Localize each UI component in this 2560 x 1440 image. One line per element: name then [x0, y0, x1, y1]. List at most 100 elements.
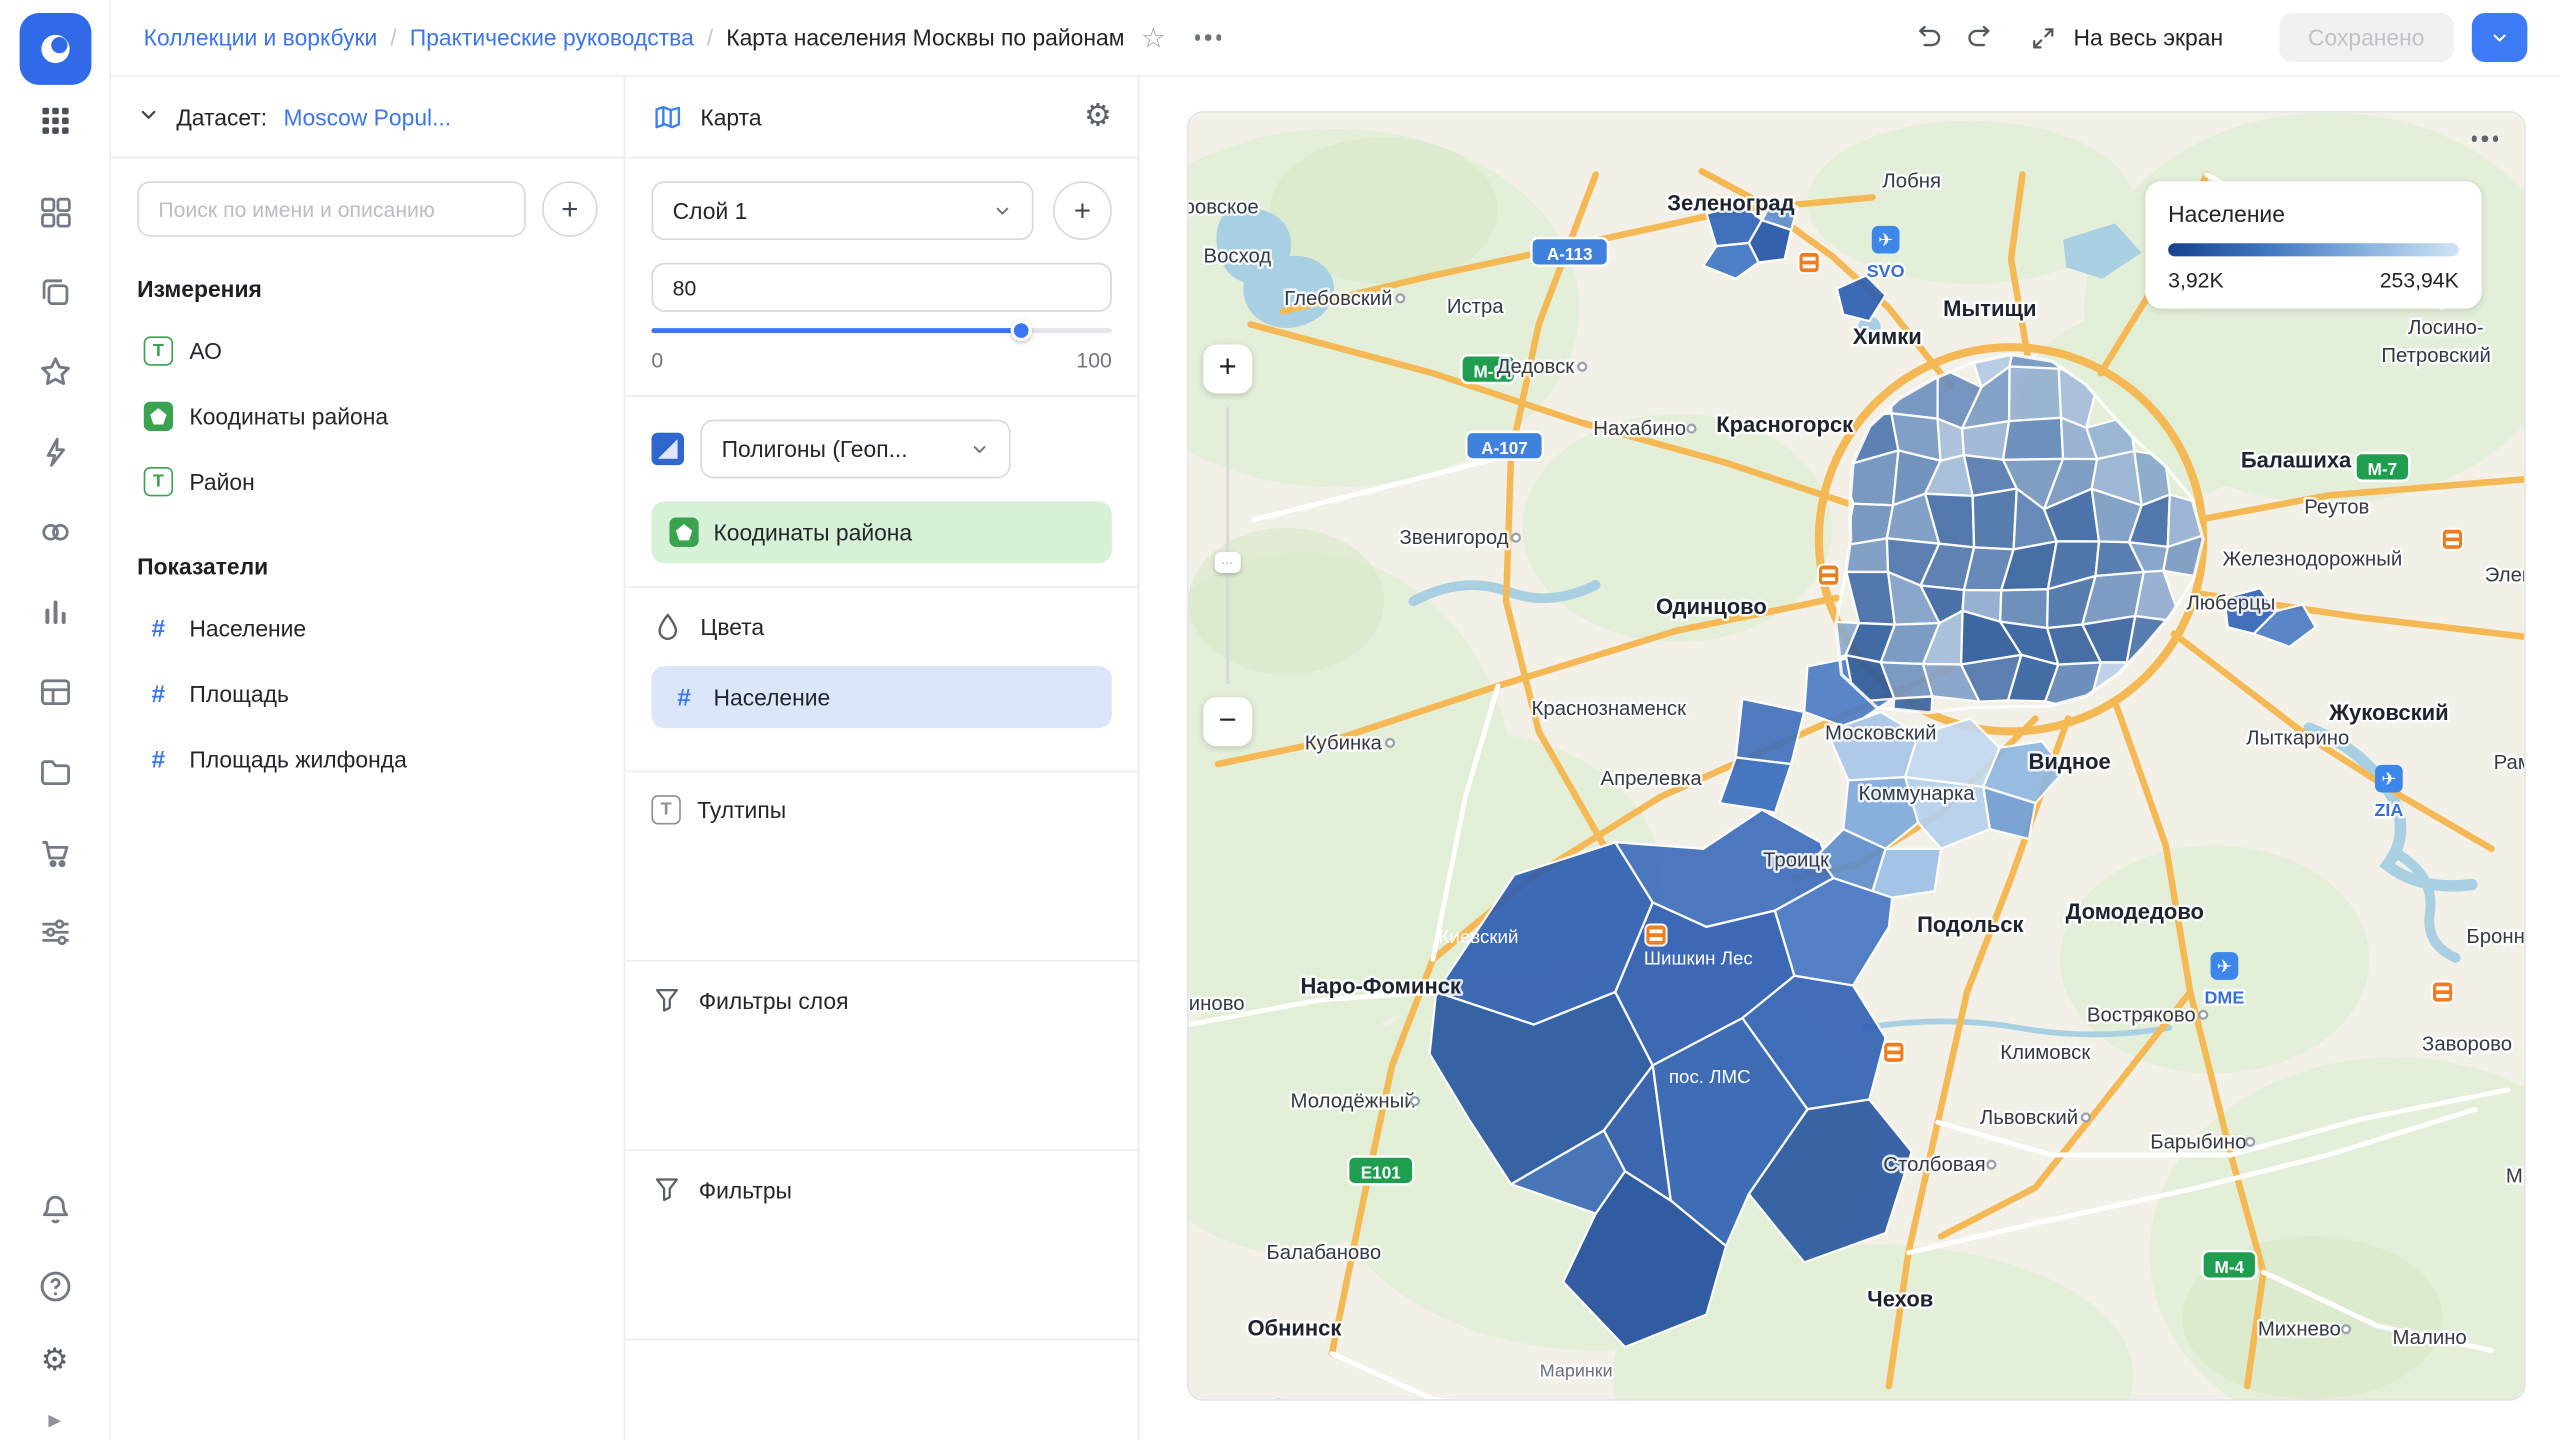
redo-icon[interactable] — [1961, 20, 1997, 56]
number-type-icon: # — [144, 680, 173, 708]
opacity-slider[interactable] — [651, 317, 1111, 343]
dataset-name-link[interactable]: Moscow Popul... — [283, 104, 451, 130]
dimension-field-ao[interactable]: T АО — [137, 318, 597, 383]
number-type-icon: # — [669, 683, 698, 711]
measure-field-housing-area[interactable]: # Площадь жилфонда — [137, 727, 597, 792]
map-more-icon[interactable] — [2471, 136, 2498, 142]
map-canvas[interactable]: А-113М-9А-107М-7Е101М-4✈SVO✈DME✈ZIAровск… — [1187, 111, 2526, 1401]
geopolygon-type-icon — [144, 402, 173, 431]
svg-text:✈: ✈ — [2217, 957, 2232, 977]
measure-field-population[interactable]: # Население — [137, 596, 597, 661]
services-grid-icon[interactable] — [38, 104, 71, 145]
more-icon[interactable] — [1195, 35, 1222, 41]
marketplace-cart-icon[interactable] — [37, 834, 73, 870]
chart-icon[interactable] — [37, 594, 73, 630]
add-field-button[interactable]: + — [542, 181, 598, 237]
collapse-rail-icon[interactable]: ▶ — [48, 1412, 61, 1430]
measure-field-area[interactable]: # Площадь — [137, 661, 597, 726]
chip-label: Коодинаты района — [713, 519, 912, 545]
favorites-icon[interactable] — [37, 354, 73, 390]
field-label: Население — [189, 616, 306, 642]
fullscreen-icon[interactable] — [2026, 20, 2060, 54]
map-label: Краснознаменск — [1532, 698, 1687, 720]
map-label: Обнинск — [1247, 1316, 1341, 1341]
railway-icon — [2432, 981, 2453, 1002]
colors-field-chip[interactable]: # Население — [651, 666, 1111, 728]
zoom-in-button[interactable]: + — [1203, 344, 1252, 393]
table-icon[interactable] — [37, 674, 73, 710]
geometry-type-select[interactable]: Полигоны (Геоп... — [700, 420, 1010, 479]
railway-icon — [1645, 924, 1666, 945]
lightning-icon[interactable] — [37, 434, 73, 470]
map-icon — [651, 100, 684, 133]
field-label: Район — [189, 469, 254, 495]
dimension-field-district[interactable]: T Район — [137, 449, 597, 514]
opacity-value-box[interactable] — [651, 263, 1111, 312]
chevron-down-icon — [993, 201, 1013, 221]
map-label: Истра — [1447, 296, 1504, 318]
app: ⚙ ▶ Коллекции и воркбуки / Практические … — [0, 0, 2560, 1440]
breadcrumb-collections[interactable]: Коллекции и воркбуки — [144, 24, 378, 50]
opacity-slider-handle[interactable] — [1010, 320, 1031, 341]
opacity-input[interactable] — [669, 273, 1093, 301]
map-label: Лыткарино — [2246, 728, 2349, 750]
dataset-label: Датасет: — [176, 104, 267, 130]
dataset-collapse-chevron-icon[interactable] — [137, 103, 160, 131]
fullscreen-label[interactable]: На весь экран — [2074, 24, 2224, 50]
dimension-field-coords[interactable]: Коодинаты района — [137, 384, 597, 449]
railway-icon — [1883, 1042, 1904, 1063]
gear-icon[interactable]: ⚙ — [41, 1345, 69, 1376]
linked-circles-icon[interactable] — [37, 514, 73, 550]
map-legend: Население 3,92K 253,94K — [2145, 181, 2481, 308]
saved-button[interactable]: Сохранено — [2279, 13, 2454, 62]
layer-select[interactable]: Слой 1 — [651, 181, 1033, 240]
field-search-input[interactable] — [137, 181, 526, 237]
layer-panel: Карта ⚙ Слой 1 + — [625, 77, 1139, 1440]
chart-settings-gear-icon[interactable]: ⚙ — [1084, 101, 1112, 132]
map-label: Коммунарка — [1859, 783, 1976, 805]
road-badge-label: М-7 — [2368, 460, 2397, 479]
zoom-slider-handle[interactable]: ⋯ — [1215, 552, 1241, 573]
map-label: Молодёжный — [1291, 1091, 1416, 1113]
map-label: чиново — [1189, 993, 1245, 1015]
notifications-bell-icon[interactable] — [37, 1192, 73, 1228]
chip-label: Население — [713, 684, 830, 710]
map-label: Красногорск — [1716, 412, 1853, 437]
datalens-logo-icon — [33, 28, 75, 70]
map-label: Лобня — [1882, 171, 1941, 193]
breadcrumb-separator: / — [390, 24, 396, 50]
collections-icon[interactable] — [37, 274, 73, 310]
svg-text:✈: ✈ — [1878, 230, 1893, 250]
map-label: Нахабино — [1593, 418, 1686, 440]
zoom-slider-track[interactable]: ⋯ — [1226, 407, 1229, 685]
map-label: Апрелевка — [1601, 768, 1703, 790]
breadcrumb-guides[interactable]: Практические руководства — [410, 24, 694, 50]
zoom-out-button[interactable]: − — [1203, 697, 1252, 746]
dataset-panel: Датасет: Moscow Popul... + Измерения T А… — [111, 77, 625, 1440]
storage-icon[interactable] — [37, 754, 73, 790]
map-label: Реутов — [2304, 496, 2369, 518]
text-type-icon: T — [144, 336, 173, 365]
field-label: Площадь — [189, 681, 289, 707]
chevron-down-icon — [970, 439, 990, 459]
favorite-star-icon[interactable]: ☆ — [1138, 20, 1169, 54]
datalens-logo[interactable] — [19, 13, 91, 85]
geometry-type-value: Полигоны (Геоп... — [722, 436, 908, 462]
map-label: Дедовск — [1497, 356, 1575, 378]
save-dropdown-button[interactable] — [2472, 13, 2528, 62]
widgets-icon[interactable] — [37, 194, 73, 230]
map-label: Востряково — [2087, 1004, 2196, 1026]
undo-icon[interactable] — [1912, 20, 1948, 56]
map-label: Московский — [1825, 723, 1936, 745]
layer-filters-section-title: Фильтры слоя — [699, 987, 849, 1013]
airport-code-label: DME — [2205, 987, 2245, 1007]
legend-gradient — [2168, 243, 2459, 256]
add-layer-button[interactable]: + — [1053, 181, 1112, 240]
layer-select-value: Слой 1 — [673, 198, 748, 224]
map-label: Железнодорожный — [2222, 548, 2402, 570]
help-icon[interactable] — [37, 1269, 73, 1305]
settings-sliders-icon[interactable] — [37, 914, 73, 950]
map-label: Троицк — [1763, 850, 1829, 872]
geopolygon-field-chip[interactable]: Коодинаты района — [651, 501, 1111, 563]
topbar: Коллекции и воркбуки / Практические руко… — [111, 0, 2560, 77]
